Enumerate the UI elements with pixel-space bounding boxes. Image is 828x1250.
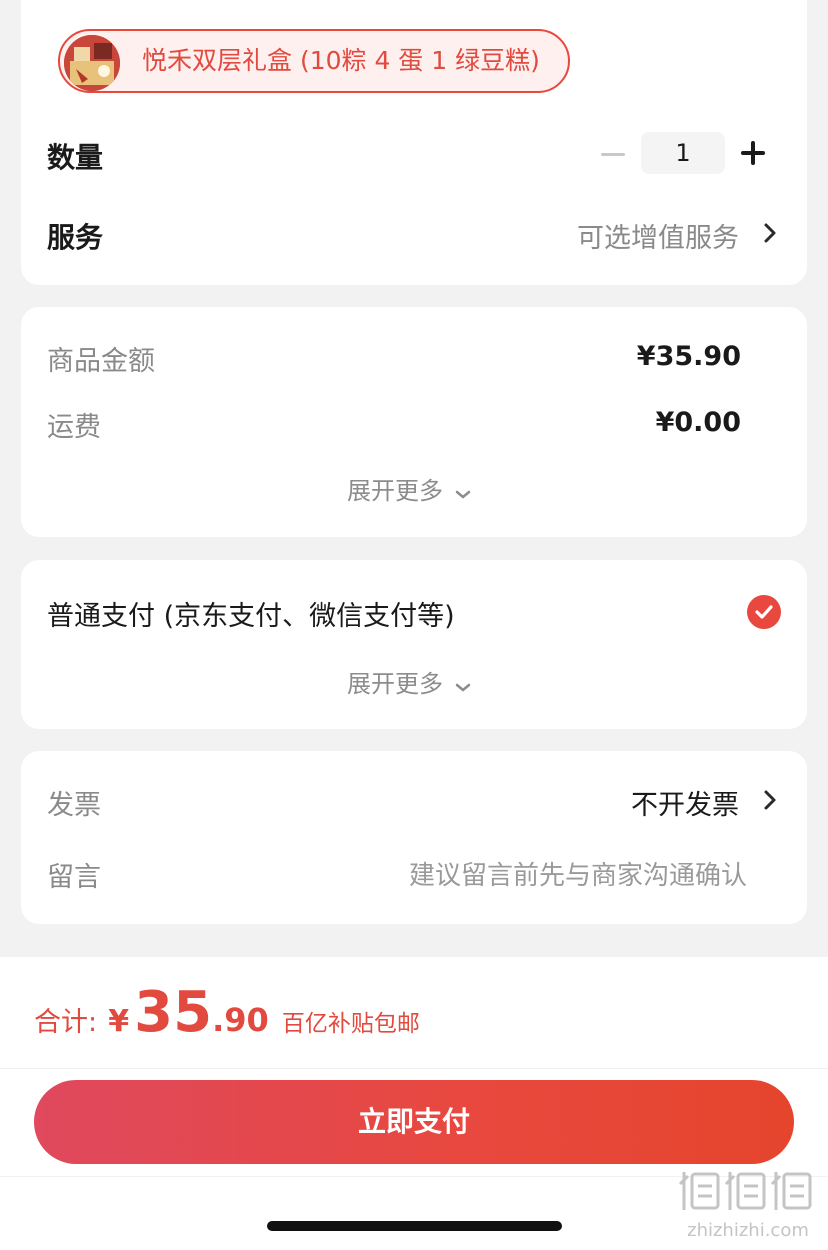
total-summary: 合计: ¥ 35.90 百亿补贴包邮 — [34, 980, 420, 1045]
expand-more-label: 展开更多 — [347, 477, 443, 505]
chevron-right-icon — [764, 790, 776, 810]
payment-card: 普通支付 (京东支付、微信支付等) 展开更多 — [21, 560, 807, 729]
payment-method-option[interactable]: 普通支付 (京东支付、微信支付等) — [21, 580, 807, 640]
check-circle-icon — [747, 595, 781, 629]
total-amount-dec: .90 — [212, 1001, 269, 1039]
goods-amount-value: ¥35.90 — [636, 341, 741, 372]
pay-now-button[interactable]: 立即支付 — [34, 1080, 794, 1164]
expand-more-button[interactable]: 展开更多 — [347, 471, 472, 507]
watermark: zhizhizhi.com — [678, 1166, 818, 1242]
goods-amount-label: 商品金额 — [47, 346, 155, 377]
service-selector[interactable]: 可选增值服务 — [541, 214, 781, 254]
price-summary-card: 商品金额 ¥35.90 运费 ¥0.00 展开更多 — [21, 307, 807, 537]
total-amount-int: 35 — [134, 980, 213, 1045]
invoice-message-card: 发票 不开发票 留言 建议留言前先与商家沟通确认 — [21, 751, 807, 924]
plus-icon[interactable] — [741, 141, 765, 165]
promo-badge: 百亿补贴包邮 — [281, 1011, 420, 1037]
variant-label: 悦禾双层礼盒 (10粽 4 蛋 1 绿豆糕) — [142, 46, 540, 75]
payment-expand-more-button[interactable]: 展开更多 — [347, 664, 472, 700]
home-indicator[interactable] — [267, 1221, 562, 1231]
payment-expand-more-label: 展开更多 — [347, 670, 443, 698]
total-label: 合计: — [34, 1007, 98, 1038]
shipping-label: 运费 — [47, 412, 101, 443]
footer-divider — [0, 1068, 828, 1069]
invoice-selector[interactable]: 不开发票 — [541, 781, 781, 821]
message-input[interactable]: 建议留言前先与商家沟通确认 — [409, 855, 747, 892]
message-label: 留言 — [47, 862, 101, 893]
invoice-value: 不开发票 — [631, 790, 739, 821]
quantity-label: 数量 — [47, 141, 104, 174]
shipping-value: ¥0.00 — [655, 407, 741, 438]
quantity-input[interactable]: 1 — [641, 132, 725, 174]
selected-variant-chip[interactable]: 悦禾双层礼盒 (10粽 4 蛋 1 绿豆糕) — [58, 29, 570, 93]
variant-thumbnail — [64, 35, 120, 91]
chevron-down-icon — [455, 490, 471, 499]
watermark-logo — [678, 1172, 812, 1210]
service-value: 可选增值服务 — [577, 223, 739, 254]
total-currency: ¥ — [108, 1004, 130, 1039]
minus-icon[interactable] — [601, 136, 625, 172]
watermark-text: zhizhizhi.com — [687, 1220, 809, 1241]
invoice-label: 发票 — [47, 790, 101, 821]
chevron-down-icon — [455, 683, 471, 692]
order-options-card: 悦禾双层礼盒 (10粽 4 蛋 1 绿豆糕) 数量 1 服务 可选增值服务 — [21, 0, 807, 285]
payment-method-label: 普通支付 (京东支付、微信支付等) — [47, 601, 455, 632]
chevron-right-icon — [764, 223, 776, 243]
service-label: 服务 — [47, 221, 104, 254]
